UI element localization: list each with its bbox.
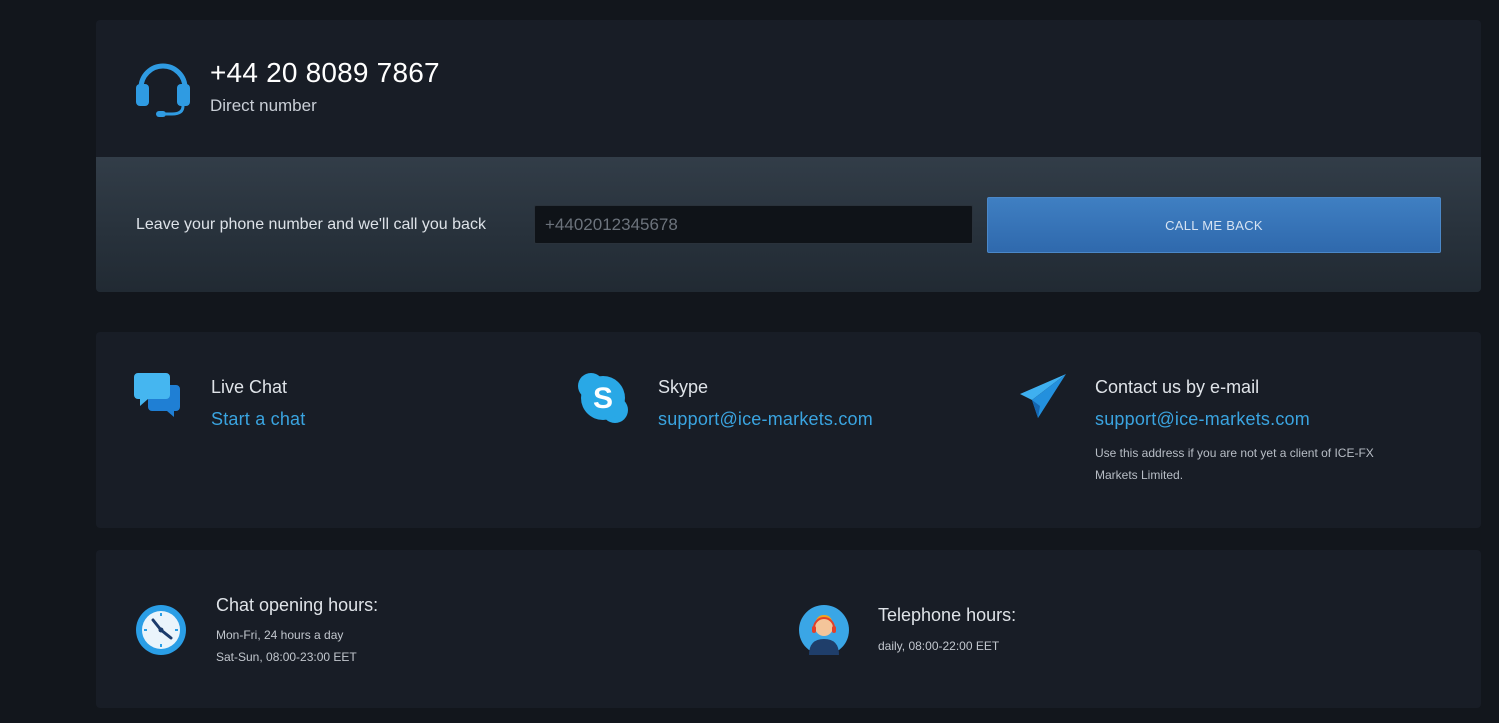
contact-title: Skype xyxy=(658,377,709,397)
headset-icon xyxy=(134,56,192,118)
skype-link[interactable]: support@ice-markets.com xyxy=(658,409,873,430)
chat-hours-line: Mon-Fri, 24 hours a day xyxy=(216,628,344,642)
contact-title: Live Chat xyxy=(211,377,288,397)
email-note: Use this address if you are not yet a cl… xyxy=(1095,446,1374,482)
contacts-card: Live Chat Start a chat S Skype support@i… xyxy=(96,332,1481,528)
svg-text:S: S xyxy=(593,382,613,415)
callback-form: Leave your phone number and we'll call y… xyxy=(96,157,1481,292)
callback-label: Leave your phone number and we'll call y… xyxy=(136,216,486,233)
contact-title: Contact us by e-mail xyxy=(1095,377,1260,397)
phone-subtitle: Direct number xyxy=(210,96,317,115)
direct-number-block: +44 20 8089 7867 Direct number xyxy=(96,20,1481,157)
contact-page: +44 20 8089 7867 Direct number Leave you… xyxy=(0,0,1499,723)
chat-bubbles-icon xyxy=(134,371,182,424)
clock-icon xyxy=(136,605,186,660)
email-link[interactable]: support@ice-markets.com xyxy=(1095,409,1310,430)
operator-icon xyxy=(799,605,849,660)
telephone-hours-title: Telephone hours: xyxy=(878,605,1017,625)
start-chat-link[interactable]: Start a chat xyxy=(211,409,305,430)
chat-hours-line: Sat-Sun, 08:00-23:00 EET xyxy=(216,650,357,664)
phone-card: +44 20 8089 7867 Direct number Leave you… xyxy=(96,20,1481,292)
hours-card: Chat opening hours: Mon-Fri, 24 hours a … xyxy=(96,550,1481,708)
paper-plane-icon xyxy=(1018,372,1068,425)
call-me-back-button[interactable]: CALL ME BACK xyxy=(987,197,1441,253)
telephone-hours-line: daily, 08:00-22:00 EET xyxy=(878,639,1000,653)
phone-number[interactable]: +44 20 8089 7867 xyxy=(210,57,440,89)
skype-icon: S xyxy=(577,372,629,429)
chat-hours-title: Chat opening hours: xyxy=(216,595,379,615)
phone-input[interactable] xyxy=(534,205,973,244)
